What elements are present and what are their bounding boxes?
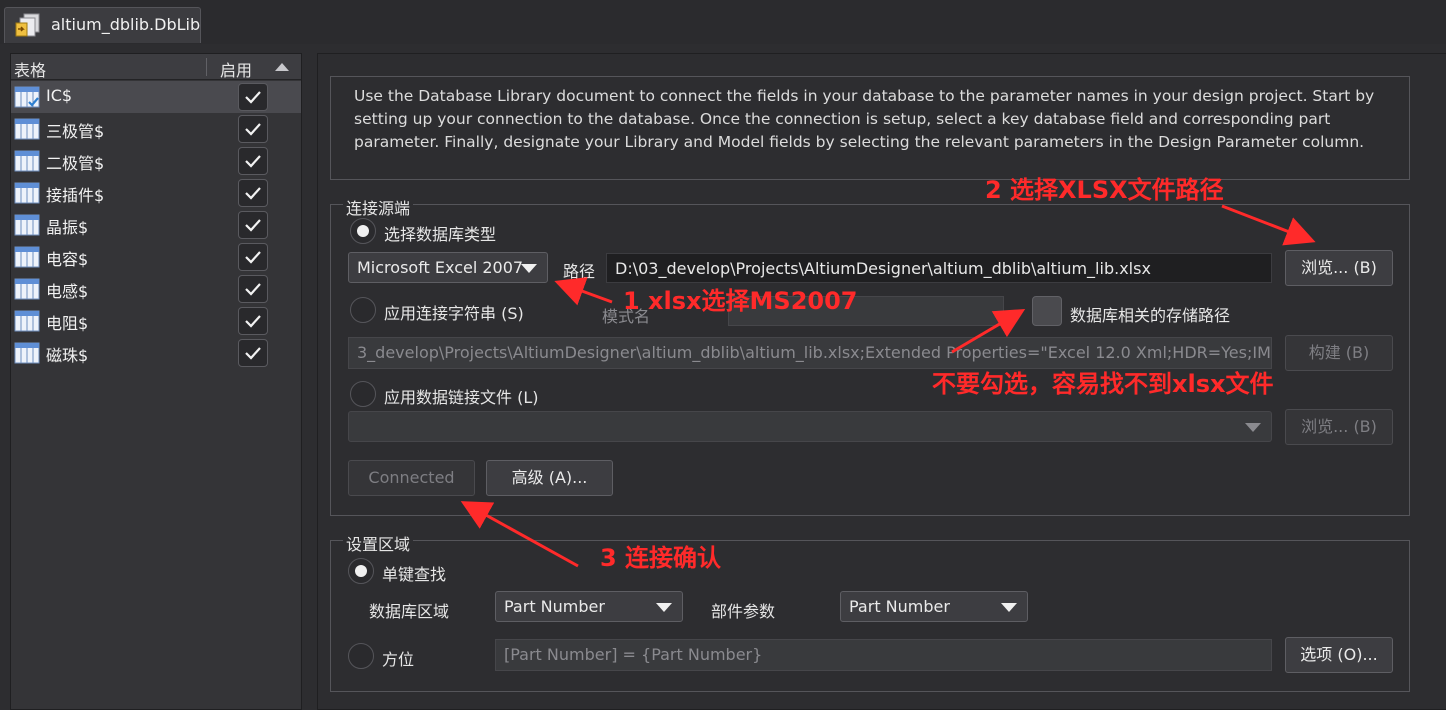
where-radio-label[interactable]: 方位 bbox=[382, 646, 414, 670]
table-name: 晶振$ bbox=[46, 218, 89, 237]
conn-string-radio[interactable] bbox=[350, 297, 376, 323]
check-icon bbox=[245, 251, 261, 264]
link-file-radio[interactable] bbox=[350, 381, 376, 407]
lookup-group-title: 设置区域 bbox=[343, 531, 414, 555]
table-name: 三极管$ bbox=[46, 122, 105, 141]
enable-checkbox[interactable] bbox=[238, 243, 268, 271]
info-line: Use the Database Library document to con… bbox=[354, 87, 1375, 105]
info-line: parameter. Finally, designate your Libra… bbox=[354, 133, 1365, 151]
table-icon bbox=[14, 341, 40, 365]
enable-checkbox[interactable] bbox=[238, 83, 268, 111]
enable-checkbox[interactable] bbox=[238, 179, 268, 207]
check-icon bbox=[245, 155, 261, 168]
check-icon bbox=[245, 123, 261, 136]
enable-checkbox[interactable] bbox=[238, 115, 268, 143]
table-icon bbox=[14, 309, 40, 333]
table-icon bbox=[14, 245, 40, 269]
table-icon bbox=[14, 181, 40, 205]
connection-source-title: 连接源端 bbox=[343, 195, 414, 219]
single-key-radio[interactable] bbox=[348, 558, 374, 584]
document-tab[interactable]: altium_dblib.DbLib bbox=[4, 7, 201, 43]
annotation-select-path: 2 选择XLSX文件路径 bbox=[985, 176, 1224, 204]
chevron-down-icon bbox=[656, 603, 672, 612]
path-input[interactable]: D:\03_develop\Projects\AltiumDesigner\al… bbox=[606, 253, 1272, 283]
check-icon bbox=[245, 219, 261, 232]
check-icon bbox=[245, 283, 261, 296]
table-icon bbox=[14, 149, 40, 173]
table-row[interactable]: 电容$ bbox=[11, 241, 301, 273]
table-name: IC$ bbox=[46, 86, 73, 105]
dblib-document-icon bbox=[15, 12, 41, 38]
table-row[interactable]: 二极管$ bbox=[11, 145, 301, 177]
db-field-select-value: Part Number bbox=[504, 597, 605, 616]
connect-button[interactable]: Connected bbox=[348, 460, 475, 496]
info-line: setting up your connection to the databa… bbox=[354, 110, 1331, 128]
relative-path-label[interactable]: 数据库相关的存储路径 bbox=[1070, 302, 1230, 326]
info-text: Use the Database Library document to con… bbox=[354, 85, 1384, 154]
annotation-select-ms2007: 1 xlsx选择MS2007 bbox=[623, 287, 858, 315]
db-type-radio-label[interactable]: 选择数据库类型 bbox=[384, 221, 496, 245]
enable-checkbox[interactable] bbox=[238, 339, 268, 367]
enable-checkbox[interactable] bbox=[238, 307, 268, 335]
table-name: 磁珠$ bbox=[46, 346, 89, 365]
tables-panel: 表格 启用 IC$ 三极管$ 二极管$ 接插件$ 晶振$ 电容$ 电感$ 电阻$ 磁珠$ bbox=[10, 53, 302, 710]
db-type-radio[interactable] bbox=[350, 218, 376, 244]
table-row[interactable]: 晶振$ bbox=[11, 209, 301, 241]
sort-ascending-icon[interactable] bbox=[275, 63, 289, 71]
table-row[interactable]: IC$ bbox=[11, 81, 301, 113]
conn-string-radio-label[interactable]: 应用连接字符串 (S) bbox=[384, 300, 524, 324]
table-icon bbox=[14, 213, 40, 237]
chevron-down-icon bbox=[521, 264, 537, 273]
enable-checkbox[interactable] bbox=[238, 147, 268, 175]
link-file-radio-label[interactable]: 应用数据链接文件 (L) bbox=[384, 384, 539, 408]
part-param-label: 部件参数 bbox=[711, 602, 776, 621]
db-type-select-value: Microsoft Excel 2007 bbox=[357, 258, 524, 277]
db-type-select[interactable]: Microsoft Excel 2007 bbox=[348, 252, 548, 283]
column-header-table[interactable]: 表格 bbox=[14, 57, 46, 81]
check-icon bbox=[245, 187, 261, 200]
db-field-label: 数据库区域 bbox=[369, 602, 450, 621]
advanced-button[interactable]: 高级 (A)... bbox=[486, 460, 613, 496]
table-name: 二极管$ bbox=[46, 154, 105, 173]
build-button[interactable]: 构建 (B) bbox=[1285, 335, 1393, 371]
table-row[interactable]: 电阻$ bbox=[11, 305, 301, 337]
document-tab-label: altium_dblib.DbLib bbox=[51, 15, 201, 34]
where-clause-input[interactable]: [Part Number] = {Part Number} bbox=[495, 639, 1272, 671]
chevron-down-icon bbox=[1245, 423, 1261, 432]
where-radio[interactable] bbox=[348, 643, 374, 669]
path-label: 路径 bbox=[563, 262, 596, 281]
chevron-down-icon bbox=[1001, 603, 1017, 612]
part-param-select-value: Part Number bbox=[849, 597, 950, 616]
table-icon bbox=[14, 117, 40, 141]
enable-checkbox[interactable] bbox=[238, 211, 268, 239]
column-divider bbox=[206, 58, 207, 76]
link-file-select[interactable] bbox=[348, 411, 1272, 442]
options-button[interactable]: 选项 (O)... bbox=[1285, 637, 1393, 673]
document-tab-strip bbox=[0, 0, 1446, 44]
table-row[interactable]: 三极管$ bbox=[11, 113, 301, 145]
table-name: 电感$ bbox=[46, 282, 89, 301]
check-icon bbox=[245, 315, 261, 328]
table-name: 电容$ bbox=[46, 250, 89, 269]
check-icon bbox=[245, 91, 261, 104]
relative-path-checkbox[interactable] bbox=[1032, 296, 1062, 326]
table-icon bbox=[14, 277, 40, 301]
table-row[interactable]: 磁珠$ bbox=[11, 337, 301, 369]
check-icon bbox=[245, 347, 261, 360]
tables-header: 表格 启用 bbox=[11, 54, 301, 80]
table-row[interactable]: 电感$ bbox=[11, 273, 301, 305]
enable-checkbox[interactable] bbox=[238, 275, 268, 303]
browse-link-file-button[interactable]: 浏览... (B) bbox=[1285, 409, 1393, 445]
browse-path-button[interactable]: 浏览... (B) bbox=[1285, 250, 1393, 286]
table-name: 接插件$ bbox=[46, 186, 105, 205]
annotation-do-not-check: 不要勾选，容易找不到xlsx文件 bbox=[932, 370, 1274, 398]
table-row[interactable]: 接插件$ bbox=[11, 177, 301, 209]
table-name: 电阻$ bbox=[46, 314, 89, 333]
annotation-connect-confirm: 3 连接确认 bbox=[600, 544, 722, 572]
column-header-enable[interactable]: 启用 bbox=[220, 57, 252, 81]
db-field-select[interactable]: Part Number bbox=[495, 591, 683, 622]
single-key-radio-label[interactable]: 单键查找 bbox=[382, 561, 446, 585]
part-param-select[interactable]: Part Number bbox=[840, 591, 1028, 622]
table-selected-icon bbox=[14, 85, 40, 109]
